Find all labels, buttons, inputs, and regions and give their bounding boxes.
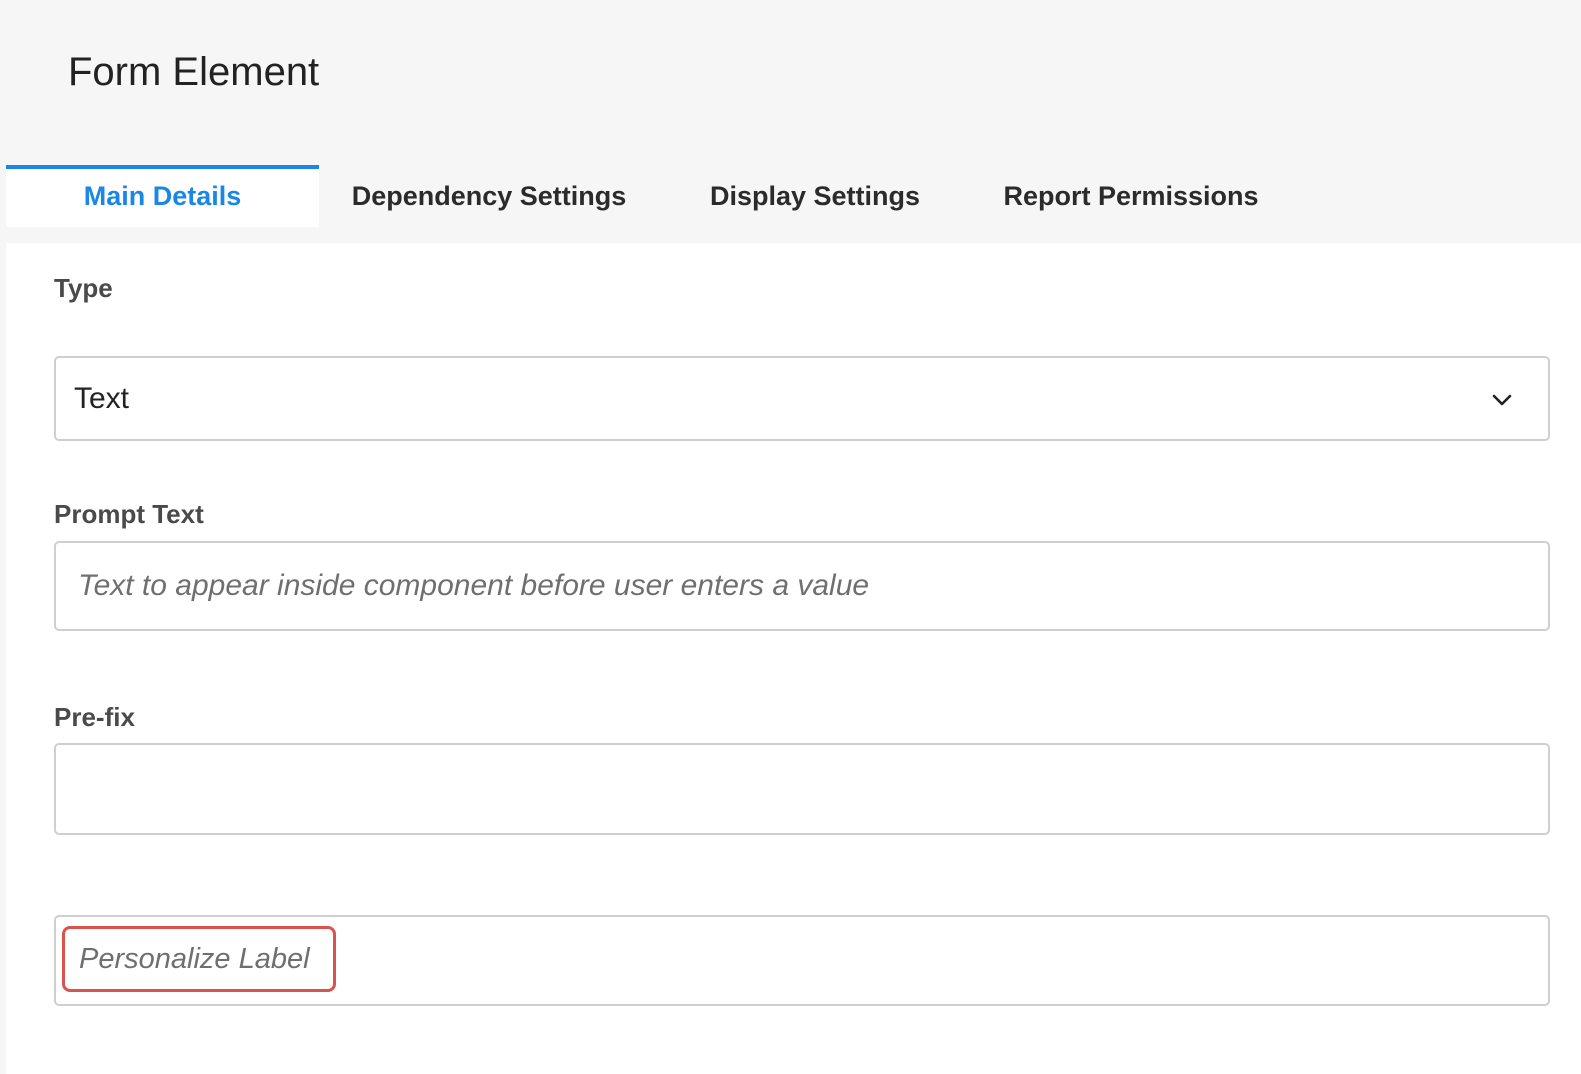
page-title: Form Element <box>68 50 320 94</box>
main-details-panel: Type Text Prompt Text Pre-fix Personaliz… <box>6 243 1581 1074</box>
tab-dependency-settings[interactable]: Dependency Settings <box>336 165 642 227</box>
type-select-value: Text <box>74 381 130 415</box>
personalize-label-highlight: Personalize Label <box>62 926 336 992</box>
prefix-field[interactable] <box>54 743 1550 835</box>
tab-display-settings[interactable]: Display Settings <box>696 165 934 227</box>
prompt-text-label: Prompt Text <box>54 499 204 529</box>
personalize-label-field[interactable]: Personalize Label <box>54 915 1550 1006</box>
prompt-text-input[interactable] <box>78 543 1528 629</box>
prefix-input[interactable] <box>78 745 1528 833</box>
tab-main-details[interactable]: Main Details <box>6 165 319 227</box>
type-label: Type <box>54 273 113 303</box>
prefix-label: Pre-fix <box>54 702 135 732</box>
form-element-page: Form Element Main Details Dependency Set… <box>0 0 1581 1074</box>
chevron-down-icon <box>1492 394 1512 406</box>
personalize-label-placeholder: Personalize Label <box>79 942 310 975</box>
prompt-text-field[interactable] <box>54 541 1550 631</box>
type-select[interactable]: Text <box>54 356 1550 441</box>
tab-report-permissions[interactable]: Report Permissions <box>991 165 1271 227</box>
tab-bar: Main Details Dependency Settings Display… <box>6 165 1581 227</box>
